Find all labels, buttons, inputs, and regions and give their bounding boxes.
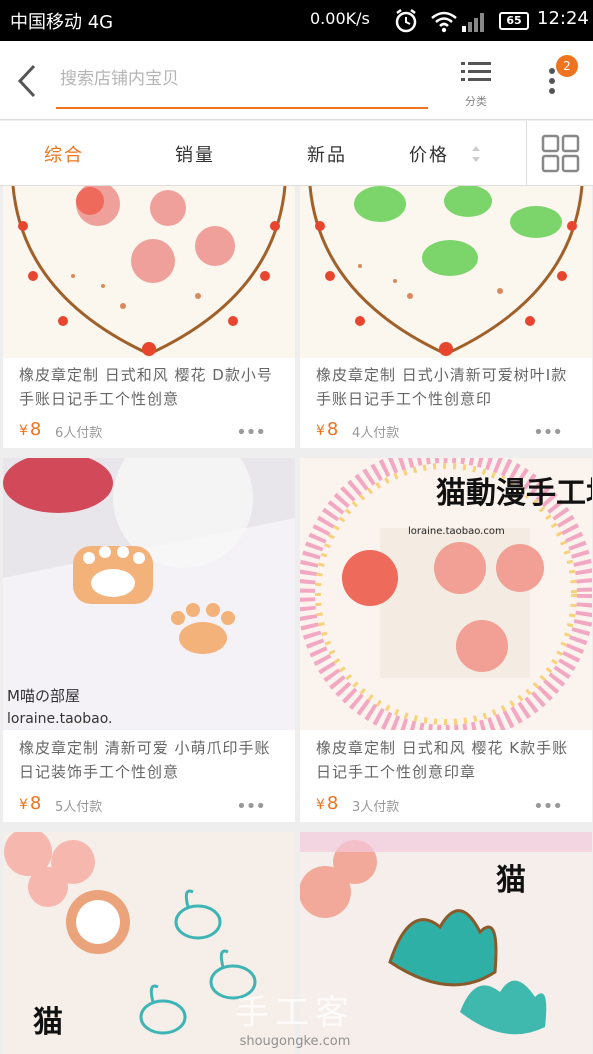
product-title[interactable]: 橡皮章定制 日式和风 樱花 D款小号手账日记手工个性创意 <box>19 363 281 411</box>
product-image[interactable] <box>300 186 592 358</box>
svg-text:猫動漫手工坊町: 猫動漫手工坊町 <box>436 476 592 511</box>
product-price: ¥8 <box>19 793 42 814</box>
alarm-icon <box>395 9 417 33</box>
category-button[interactable]: 分类 <box>455 59 497 109</box>
sold-count: 5人付款 <box>55 800 103 815</box>
product-price: ¥8 <box>19 419 42 440</box>
search-box[interactable] <box>56 59 428 109</box>
notification-badge: 2 <box>556 55 578 77</box>
sold-count: 6人付款 <box>55 426 103 441</box>
carrier-label: 中国移动 4G <box>10 12 114 33</box>
status-icons <box>392 7 492 39</box>
grid-view-icon[interactable] <box>526 121 593 186</box>
status-bar: 中国移动 4G 0.00K/s 65 12:24 <box>0 0 593 41</box>
tab-comprehensive[interactable]: 综合 <box>44 141 84 167</box>
svg-text:猫: 猫 <box>33 1005 63 1040</box>
product-card[interactable]: M喵の部屋 loraine.taobao. 橡皮章定制 清新可爱 小萌爪印手账日… <box>3 458 295 822</box>
net-speed: 0.00K/s <box>310 9 370 28</box>
wifi-icon <box>431 11 457 33</box>
product-card[interactable]: 橡皮章定制 日式小清新可爱树叶I款手账日记手工个性创意印 ¥8 4人付款 ••• <box>300 186 592 448</box>
svg-text:M喵の部屋: M喵の部屋 <box>7 687 80 705</box>
svg-text:loraine.taobao.: loraine.taobao. <box>7 711 113 727</box>
product-title[interactable]: 橡皮章定制 日式和风 樱花 K款手账日记手工个性创意印章 <box>316 736 578 784</box>
search-input[interactable] <box>56 59 428 99</box>
more-dots-icon[interactable]: ••• <box>533 422 563 443</box>
tab-price[interactable]: 价格 <box>409 141 449 167</box>
sold-count: 3人付款 <box>352 800 400 815</box>
product-image[interactable]: M喵の部屋 loraine.taobao. <box>3 458 295 730</box>
clock: 12:24 <box>537 8 589 29</box>
sort-arrows-icon <box>470 143 482 169</box>
product-price: ¥8 <box>316 793 339 814</box>
list-icon <box>461 62 491 81</box>
more-dots-icon[interactable]: ••• <box>236 796 266 817</box>
sold-count: 4人付款 <box>352 426 400 441</box>
category-label: 分类 <box>465 95 487 108</box>
product-image[interactable]: 猫動漫手工坊町 loraine.taobao.com <box>300 458 592 730</box>
svg-text:猫: 猫 <box>496 863 526 898</box>
product-title[interactable]: 橡皮章定制 日式小清新可爱树叶I款手账日记手工个性创意印 <box>316 363 578 411</box>
signal-icon <box>462 13 484 32</box>
product-image[interactable] <box>3 186 295 358</box>
product-title[interactable]: 橡皮章定制 清新可爱 小萌爪印手账日记装饰手工个性创意 <box>19 736 281 784</box>
top-bar: 分类 2 <box>0 41 593 120</box>
watermark: 手工客 shougongke.com <box>220 985 370 1049</box>
product-price: ¥8 <box>316 419 339 440</box>
watermark-main: 手工客 <box>235 993 355 1033</box>
watermark-site: shougongke.com <box>239 1034 351 1049</box>
product-card[interactable]: 猫動漫手工坊町 loraine.taobao.com 橡皮章定制 日式和风 樱花… <box>300 458 592 822</box>
more-dots-icon[interactable]: ••• <box>236 422 266 443</box>
back-arrow-icon[interactable] <box>14 63 40 99</box>
svg-text:loraine.taobao.com: loraine.taobao.com <box>408 526 505 537</box>
battery-icon: 65 <box>499 12 529 30</box>
sort-tabs: 综合 销量 新品 价格 <box>0 121 593 186</box>
tab-sales[interactable]: 销量 <box>175 141 215 167</box>
tab-new[interactable]: 新品 <box>307 141 347 167</box>
product-card[interactable]: 橡皮章定制 日式和风 樱花 D款小号手账日记手工个性创意 ¥8 6人付款 ••• <box>3 186 295 448</box>
more-dots-icon[interactable]: ••• <box>533 796 563 817</box>
